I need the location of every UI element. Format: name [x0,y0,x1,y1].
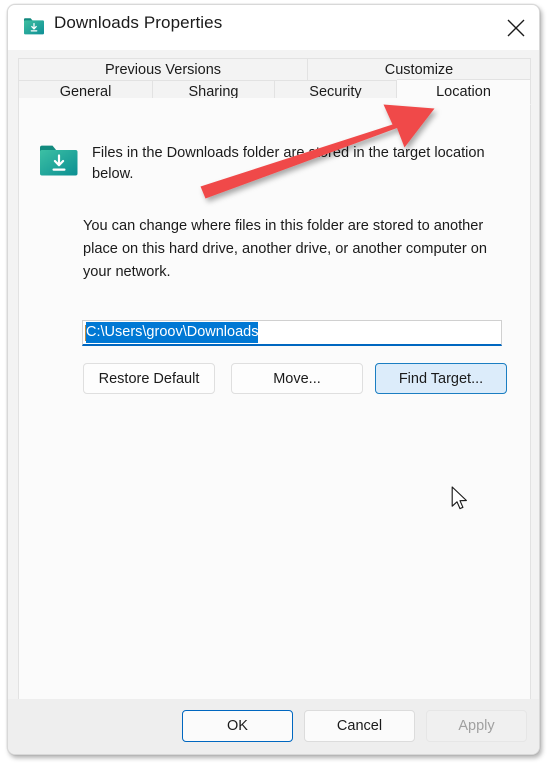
close-icon[interactable] [493,5,539,50]
tab-location[interactable]: Location [397,79,531,105]
intro-description: Files in the Downloads folder are stored… [92,145,485,182]
tab-customize[interactable]: Customize [308,58,531,81]
downloads-folder-icon [23,16,45,36]
body-description: You can change where files in this folde… [83,218,487,280]
mouse-cursor [451,486,471,514]
title-bar: Downloads Properties [8,5,539,50]
ok-button[interactable]: OK [182,710,293,742]
properties-dialog: Downloads Properties Previous Versions C… [7,4,540,755]
dialog-footer: OK Cancel Apply [8,699,539,754]
tab-strip: Previous Versions Customize General Shar… [18,58,531,105]
find-target-button[interactable]: Find Target... [375,363,507,394]
cancel-button[interactable]: Cancel [304,710,415,742]
folder-path-input[interactable]: C:\Users\groov\Downloads [82,320,502,346]
restore-default-button[interactable]: Restore Default [83,363,215,394]
apply-button: Apply [426,710,527,742]
tab-row-top: Previous Versions Customize [18,58,531,81]
move-button[interactable]: Move... [231,363,363,394]
location-tab-panel: Files in the Downloads folder are stored… [18,98,531,701]
tab-previous-versions[interactable]: Previous Versions [18,58,308,81]
folder-path-value: C:\Users\groov\Downloads [86,322,259,343]
downloads-folder-icon [39,143,81,177]
window-title: Downloads Properties [54,13,223,32]
